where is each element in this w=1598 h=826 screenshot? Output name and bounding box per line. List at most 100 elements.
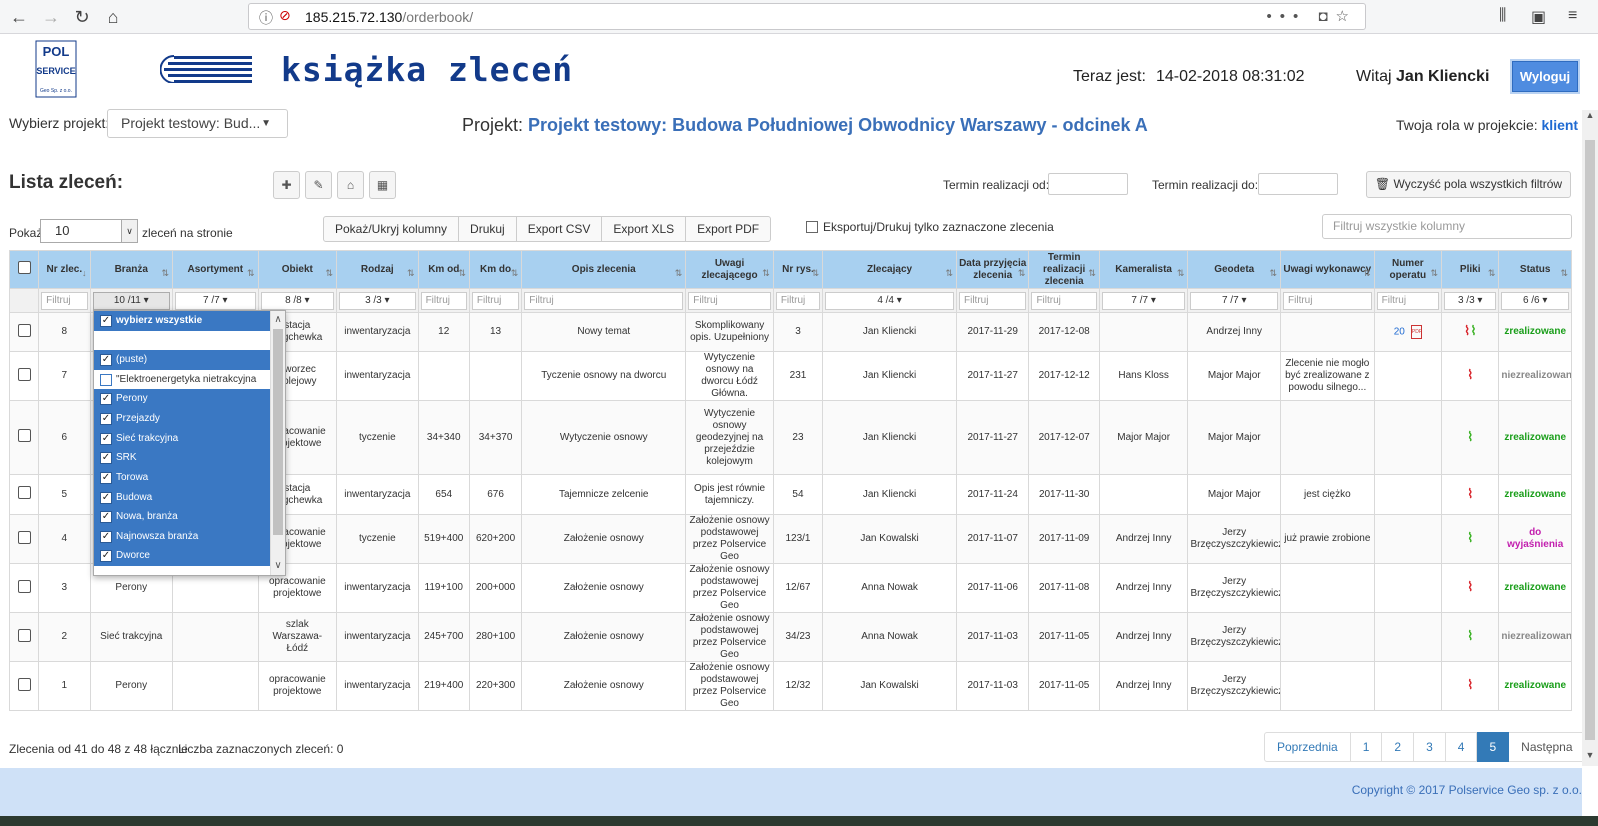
table-row[interactable]: 1 Perony opracowanie projektowe inwentaryzac… [8,661,1572,711]
page-size-select[interactable]: 10 ∨ [40,219,138,243]
checked-checkbox-icon[interactable]: ✓ [100,393,112,405]
page-actions-icon[interactable]: ••• [1267,8,1307,25]
checked-checkbox-icon[interactable]: ✓ [100,354,112,366]
row-select-cell[interactable] [8,400,40,475]
calendar-button[interactable]: ▦ [369,171,396,199]
branza-option[interactable]: ✓ (puste) [94,350,272,370]
checked-checkbox-icon[interactable]: ✓ [100,550,112,562]
row-checkbox[interactable] [17,429,31,442]
row-select-cell[interactable] [8,661,40,711]
col-numer-operatu[interactable]: Numer operatu ⇅ [1373,250,1443,289]
col-km-od[interactable]: Km od ⇅ [417,250,470,289]
col-branza[interactable]: Branża ⇅ [89,250,174,289]
project-select[interactable]: Projekt testowy: Bud... ▼ [107,109,288,138]
col-kameralista[interactable]: Kameralista ⇅ [1098,250,1189,289]
unchecked-checkbox-icon[interactable] [100,374,112,386]
checked-checkbox-icon[interactable]: ✓ [100,433,112,445]
row-select-cell[interactable] [8,351,40,401]
col-pliki[interactable]: Pliki ⇅ [1441,250,1500,289]
paperclip-red-icon[interactable]: ⌇ [1467,367,1473,382]
filter-asortyment[interactable]: 7 /7 ▾ [175,291,256,310]
filter-rodzaj[interactable]: 3 /3 ▾ [339,291,416,310]
page-5-button[interactable]: 5 [1477,732,1510,762]
filter-uwagi-wykonawcy[interactable]: Filtruj [1283,291,1372,310]
paperclip-green-icon[interactable]: ⌇ [1467,429,1473,444]
paperclip-red-icon[interactable]: ⌇ [1467,486,1473,501]
col-nr[interactable]: Nr zlec. ↓ [38,250,91,289]
branza-option[interactable]: ✓ Budowa [94,488,272,508]
row-select-cell[interactable] [8,612,40,662]
col-status[interactable]: Status ⇅ [1498,250,1572,289]
branza-option[interactable]: ✓ Nowa, branża [94,507,272,527]
filter-termin[interactable]: Filtruj [1031,291,1097,310]
export-pdf-button[interactable]: Export PDF [686,216,772,242]
menu-icon[interactable]: ≡ [1568,7,1577,25]
col-zlecajacy[interactable]: Zlecający ⇅ [822,250,957,289]
home-icon[interactable]: ⌂ [99,3,127,31]
filter-opis[interactable]: Filtruj [524,291,684,310]
checked-checkbox-icon[interactable]: ✓ [100,452,112,464]
col-termin[interactable]: Termin realizacji zlecenia ⇅ [1028,250,1100,289]
col-rodzaj[interactable]: Rodzaj ⇅ [336,250,419,289]
row-select-cell[interactable] [8,563,40,613]
dropdown-scrollbar[interactable]: ∧ ∨ [270,311,285,575]
next-page-button[interactable]: Następna [1509,732,1586,762]
paperclip-red-icon[interactable]: ⌇ [1467,579,1473,594]
global-filter-input[interactable]: Filtruj wszystkie kolumny [1322,214,1572,239]
export-csv-button[interactable]: Export CSV [516,216,603,242]
institution-button[interactable]: ⌂ [337,171,364,199]
paperclip-green-icon[interactable]: ⌇ [1470,323,1476,338]
filter-geodeta[interactable]: 7 /7 ▾ [1190,291,1279,310]
sidebar-icon[interactable]: ▣ [1531,7,1546,27]
branza-option[interactable]: ✓ Dworce [94,546,272,566]
row-select-cell[interactable] [8,474,40,515]
checked-checkbox-icon[interactable]: ✓ [100,315,112,327]
checked-checkbox-icon[interactable]: ✓ [100,472,112,484]
scroll-down-icon[interactable]: ∨ [271,559,285,573]
paperclip-green-icon[interactable]: ⌇ [1467,628,1473,643]
clear-filters-button[interactable]: 🗑 Wyczyść pola wszystkich filtrów [1366,171,1571,198]
add-order-button[interactable]: ✚ [273,171,300,199]
info-icon[interactable]: ⓘ [259,8,273,28]
branza-option[interactable]: ✓ Sieć trakcyjna [94,429,272,449]
filter-km-do[interactable]: Filtruj [471,291,520,310]
print-button[interactable]: Drukuj [459,216,517,242]
checked-checkbox-icon[interactable]: ✓ [100,492,112,504]
date-to-input[interactable] [1258,173,1338,195]
paperclip-green-icon[interactable]: ⌇ [1467,530,1473,545]
logout-button[interactable]: Wyloguj [1512,61,1578,92]
row-checkbox[interactable] [17,677,31,691]
table-row[interactable]: 2 Sieć trakcyjna szlak Warszawa- Łódź inwent… [8,612,1572,662]
branza-option[interactable]: ✓ Przejazdy [94,409,272,429]
filter-zlecajacy[interactable]: 4 /4 ▾ [825,291,954,310]
branza-option[interactable]: "Elektroenergetyka nietrakcyjna [94,370,272,390]
branza-option[interactable]: ✓ SRK [94,448,272,468]
row-checkbox[interactable] [17,323,31,337]
col-km-do[interactable]: Km do ⇅ [468,250,523,289]
scroll-up-icon[interactable]: ∧ [271,313,285,327]
page-3-button[interactable]: 3 [1414,732,1446,762]
page-4-button[interactable]: 4 [1445,732,1478,762]
checked-checkbox-icon[interactable]: ✓ [100,413,112,425]
library-icon[interactable]: ⫼ [1499,7,1506,25]
col-obiekt[interactable]: Obiekt ⇅ [257,250,338,289]
page-2-button[interactable]: 2 [1382,732,1415,762]
row-select-cell[interactable] [8,312,40,352]
col-opis[interactable]: Opis zlecenia ⇅ [521,250,687,289]
row-checkbox[interactable] [17,579,31,593]
export-xls-button[interactable]: Export XLS [602,216,687,242]
col-asortyment[interactable]: Asortyment ⇅ [172,250,259,289]
forward-arrow-icon[interactable]: → [37,3,65,31]
pocket-icon[interactable]: ◘ [1318,8,1335,25]
row-checkbox[interactable] [17,530,31,544]
toggle-columns-button[interactable]: Pokaż/Ukryj kolumny [323,216,460,242]
filter-uwagi-zlecajacego[interactable]: Filtruj [688,291,771,310]
checked-checkbox-icon[interactable]: ✓ [100,511,112,523]
filter-obiekt[interactable]: 8 /8 ▾ [260,291,335,310]
page-1-button[interactable]: 1 [1350,732,1383,762]
col-data-przyjecia[interactable]: Data przyjęcia zlecenia ⇅ [955,250,1030,289]
pdf-file-icon[interactable]: PDF [1410,325,1422,339]
filter-km-od[interactable]: Filtruj [420,291,467,310]
filter-numer-operatu[interactable]: Filtruj [1376,291,1440,310]
checked-checkbox-icon[interactable]: ✓ [100,531,112,543]
